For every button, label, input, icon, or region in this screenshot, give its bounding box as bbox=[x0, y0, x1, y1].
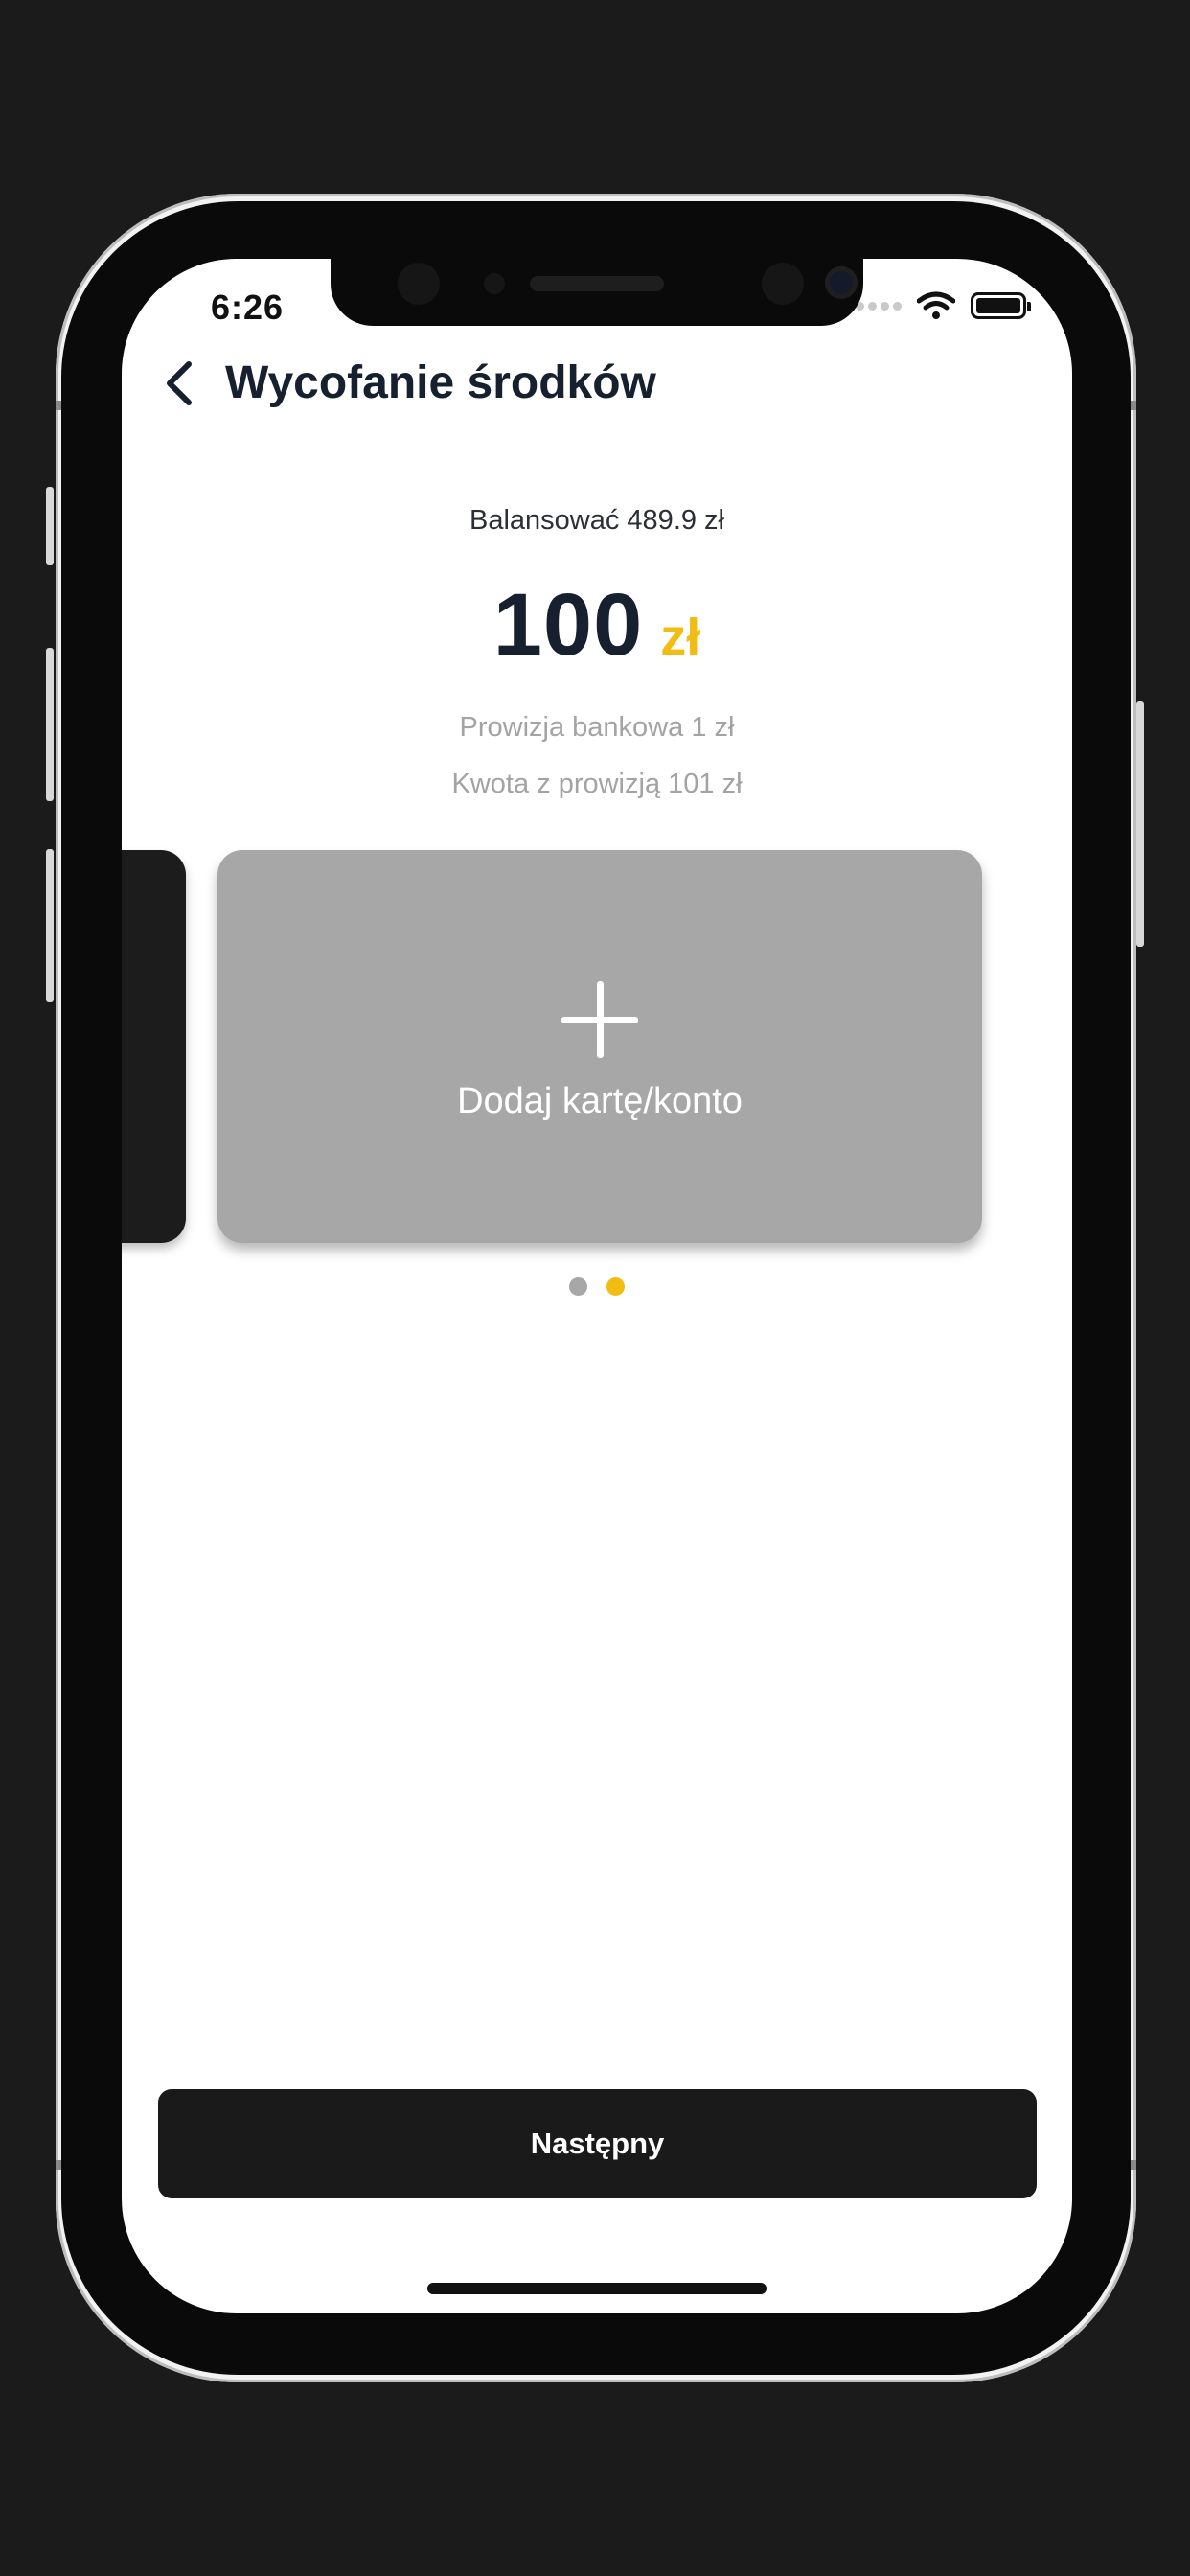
plus-icon bbox=[561, 980, 638, 1058]
bank-fee-text: Prowizja bankowa 1 zł bbox=[459, 712, 735, 743]
page-title: Wycofanie środków bbox=[225, 357, 656, 408]
add-card-button[interactable]: Dodaj kartę/konto bbox=[217, 850, 982, 1243]
back-button[interactable] bbox=[150, 355, 208, 412]
amount-value: 100 bbox=[492, 576, 644, 674]
cellular-signal-icon bbox=[856, 301, 902, 310]
carousel-pager[interactable] bbox=[122, 1277, 1072, 1296]
total-with-fee-text: Kwota z prowizją 101 zł bbox=[451, 769, 743, 799]
chevron-left-icon bbox=[167, 361, 192, 405]
saved-card-peek[interactable] bbox=[122, 850, 186, 1243]
withdraw-amount[interactable]: 100 zł bbox=[122, 575, 1072, 676]
app-screen: 6:26 Wycofanie środków Balansować 489.9 … bbox=[122, 259, 1072, 2313]
volume-down-button bbox=[46, 849, 54, 1002]
next-button[interactable]: Następny bbox=[158, 2089, 1037, 2198]
pager-dot[interactable] bbox=[606, 1277, 625, 1296]
add-card-label: Dodaj kartę/konto bbox=[457, 1080, 743, 1121]
volume-up-button bbox=[46, 648, 54, 801]
pager-dot[interactable] bbox=[569, 1277, 587, 1296]
balance-text: Balansować 489.9 zł bbox=[469, 505, 724, 536]
wifi-icon bbox=[917, 291, 955, 319]
device-notch bbox=[331, 259, 863, 326]
amount-currency: zł bbox=[660, 609, 701, 666]
mute-switch bbox=[46, 487, 54, 565]
battery-icon bbox=[971, 292, 1031, 319]
home-indicator[interactable] bbox=[427, 2283, 767, 2294]
status-time: 6:26 bbox=[211, 288, 285, 327]
power-button bbox=[1136, 702, 1144, 947]
status-icons bbox=[856, 291, 1031, 320]
